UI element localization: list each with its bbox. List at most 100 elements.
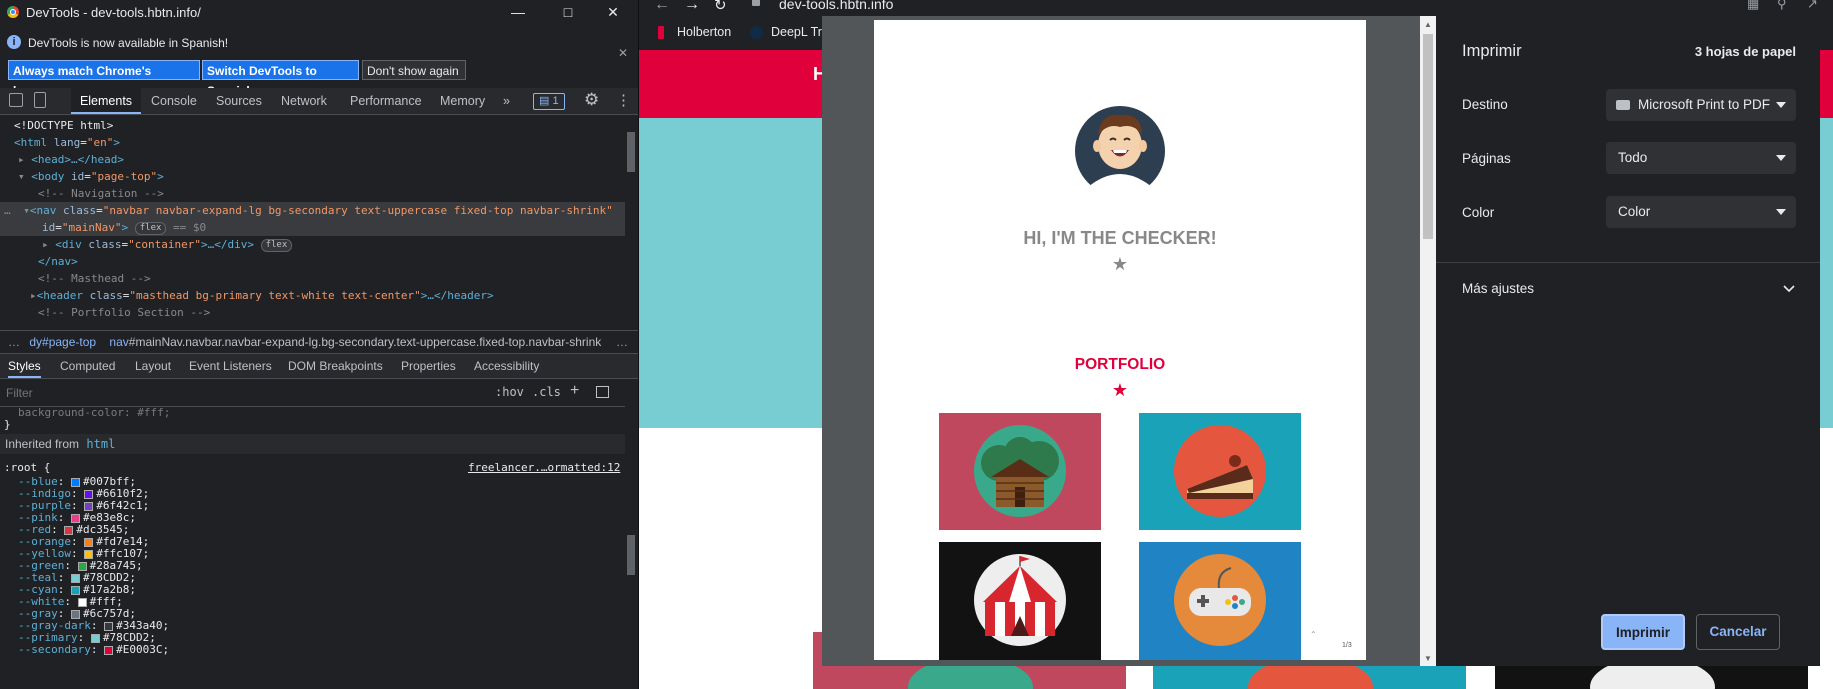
translate-icon[interactable]: ▦: [1747, 0, 1759, 12]
banner-close-icon[interactable]: ✕: [618, 46, 628, 60]
switch-to-spanish-button[interactable]: Switch DevTools to Spanish: [202, 60, 359, 98]
color-swatch[interactable]: [71, 513, 80, 523]
color-swatch[interactable]: [71, 609, 80, 619]
color-swatch[interactable]: [71, 477, 80, 487]
cancel-button[interactable]: Cancelar: [1696, 614, 1780, 650]
dont-show-again-button[interactable]: Don't show again: [362, 60, 466, 80]
print-dialog: HI, I'M THE CHECKER! ★ PORTFOLIO ★ 1/3 ⌃…: [822, 16, 1820, 666]
destination-select[interactable]: Microsoft Print to PDF: [1606, 89, 1796, 121]
tab-computed[interactable]: Computed: [60, 354, 115, 378]
bookmark-deepl[interactable]: DeepL Tra: [771, 25, 829, 39]
chevron-down-icon: [1776, 102, 1786, 108]
chevron-down-icon: [1776, 155, 1786, 161]
more-tabs-icon[interactable]: »: [503, 88, 510, 114]
url-text[interactable]: dev-tools.hbtn.info: [779, 0, 893, 12]
pages-select[interactable]: Todo: [1606, 142, 1796, 174]
css-var-row[interactable]: --secondary: #E0003C;: [18, 643, 169, 656]
dom-scrollbar[interactable]: [625, 115, 637, 325]
cls-toggle[interactable]: .cls: [532, 385, 561, 399]
color-swatch[interactable]: [84, 501, 94, 511]
minimize-icon[interactable]: —: [508, 3, 528, 21]
tab-properties[interactable]: Properties: [401, 354, 456, 378]
more-settings-toggle[interactable]: Más ajustes: [1436, 271, 1820, 307]
tab-network[interactable]: Network: [281, 88, 327, 114]
tab-dom-breakpoints[interactable]: DOM Breakpoints: [288, 354, 383, 378]
color-swatch[interactable]: [64, 525, 74, 535]
forward-icon[interactable]: →: [684, 0, 700, 14]
maximize-icon[interactable]: □: [558, 3, 578, 21]
bookmark-holberton[interactable]: Holberton: [677, 25, 731, 39]
breadcrumb-nav[interactable]: nav#mainNav.navbar.navbar-expand-lg.bg-s…: [109, 335, 601, 349]
tab-layout[interactable]: Layout: [135, 354, 171, 378]
inspect-element-icon[interactable]: [9, 93, 23, 107]
color-swatch[interactable]: [84, 489, 94, 499]
banner-message: DevTools is now available in Spanish!: [28, 36, 229, 50]
dom-line-nav-selected[interactable]: … ▾<nav class="navbar navbar-expand-lg b…: [0, 202, 625, 219]
settings-gear-icon[interactable]: ⚙: [584, 90, 599, 110]
new-rule-plus-icon[interactable]: +: [570, 382, 579, 400]
dom-comment-portfolio[interactable]: <!-- Portfolio Section -->: [38, 304, 210, 321]
stylesheet-source-link[interactable]: freelancer.…ormatted:12: [468, 461, 620, 474]
tab-performance[interactable]: Performance: [350, 88, 422, 114]
tab-memory[interactable]: Memory: [440, 88, 485, 114]
deepl-favicon-icon: [750, 26, 763, 39]
color-swatch[interactable]: [71, 585, 80, 595]
breadcrumb-body[interactable]: dy#page-top: [29, 335, 96, 349]
tab-styles[interactable]: Styles: [8, 354, 41, 378]
zoom-icon[interactable]: ⚲: [1777, 0, 1787, 12]
share-icon[interactable]: ↗: [1807, 0, 1818, 12]
color-swatch[interactable]: [84, 549, 94, 559]
lock-icon: [752, 0, 760, 6]
color-select[interactable]: Color: [1606, 196, 1796, 228]
color-swatch[interactable]: [90, 633, 100, 643]
dom-line-head[interactable]: ▸ <head>…</head>: [18, 151, 124, 168]
root-selector[interactable]: :root {: [4, 461, 50, 474]
color-swatch[interactable]: [104, 621, 114, 631]
dom-line-header[interactable]: ▸<header class="masthead bg-primary text…: [30, 287, 494, 304]
color-swatch[interactable]: [104, 645, 114, 655]
issues-badge[interactable]: ▤ 1: [533, 93, 565, 110]
device-toolbar-icon[interactable]: [34, 92, 46, 108]
tab-elements[interactable]: Elements: [71, 88, 141, 114]
dom-line-nav-close[interactable]: </nav>: [38, 253, 78, 270]
circus-tent-icon: [974, 554, 1066, 646]
css-var-name[interactable]: --secondary: [18, 643, 91, 656]
color-swatch[interactable]: [77, 597, 87, 607]
flex-badge[interactable]: flex: [134, 221, 167, 235]
close-window-icon[interactable]: ✕: [603, 3, 623, 21]
tab-event-listeners[interactable]: Event Listeners: [189, 354, 272, 378]
inherited-html-link[interactable]: html: [86, 437, 115, 451]
cabin-icon: [974, 425, 1066, 517]
toggle-sidebar-icon[interactable]: [596, 386, 609, 398]
styles-filter-input[interactable]: [4, 383, 488, 403]
dom-line-body[interactable]: ▾ <body id="page-top">: [18, 168, 164, 185]
color-swatch[interactable]: [71, 573, 80, 583]
star-icon: ★: [1111, 254, 1129, 274]
styles-filter-bar: :hov .cls +: [0, 380, 625, 407]
hov-toggle[interactable]: :hov: [495, 385, 524, 399]
issues-icon: ▤: [539, 95, 550, 107]
dom-line-html[interactable]: <html lang="en">: [14, 134, 120, 151]
preview-scrollbar[interactable]: ▲ ▼: [1420, 16, 1436, 666]
color-swatch[interactable]: [77, 561, 87, 571]
reload-icon[interactable]: ↻: [714, 0, 727, 14]
css-var-value[interactable]: #E0003C: [116, 643, 162, 656]
color-swatch[interactable]: [84, 537, 94, 547]
kebab-menu-icon[interactable]: ⋮: [616, 91, 631, 109]
dom-line-doctype[interactable]: <!DOCTYPE html>: [14, 117, 113, 134]
tab-sources[interactable]: Sources: [216, 88, 262, 114]
print-button[interactable]: Imprimir: [1601, 614, 1685, 650]
dom-line-nav-id[interactable]: id="mainNav"> flex == $0: [0, 219, 625, 236]
preview-page-number: 1/3: [1342, 642, 1352, 649]
flex-badge[interactable]: flex: [260, 238, 293, 252]
dom-comment-masthead[interactable]: <!-- Masthead -->: [38, 270, 151, 287]
tab-accessibility[interactable]: Accessibility: [474, 354, 539, 378]
styles-scrollbar[interactable]: [625, 380, 637, 689]
back-icon[interactable]: ←: [654, 0, 670, 14]
tab-console[interactable]: Console: [151, 88, 197, 114]
always-match-language-button[interactable]: Always match Chrome's language: [8, 60, 200, 98]
dom-line-container[interactable]: ▸ <div class="container">…</div> flex: [42, 236, 293, 253]
dom-comment-navigation[interactable]: <!-- Navigation -->: [38, 185, 164, 202]
devtools-window: DevTools - dev-tools.hbtn.info/ — □ ✕ i …: [0, 0, 638, 689]
breadcrumb-more-icon[interactable]: …: [616, 331, 628, 353]
